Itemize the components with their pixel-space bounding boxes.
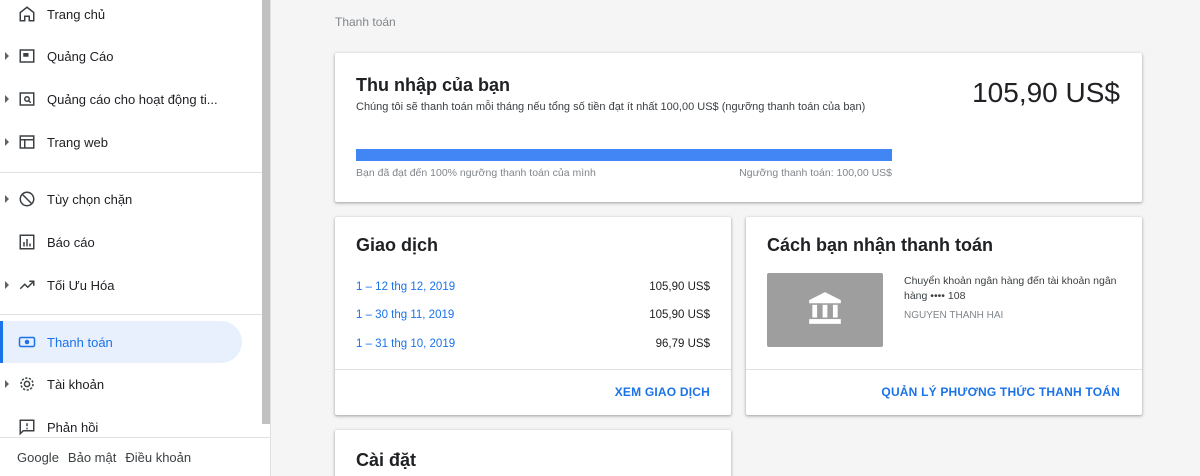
feedback-icon: [17, 417, 37, 437]
sidebar-item-home[interactable]: Trang chủ: [0, 0, 262, 35]
sidebar: Trang chủ Quảng Cáo Quảng cáo cho hoạt đ…: [0, 0, 271, 476]
home-icon: [17, 4, 37, 24]
privacy-link[interactable]: Bảo mật: [68, 450, 116, 465]
earnings-amount: 105,90 US$: [972, 77, 1120, 108]
search-ads-icon: [17, 89, 37, 109]
expand-arrow-icon: [5, 52, 9, 60]
earnings-title: Thu nhập của bạn: [356, 75, 511, 95]
sidebar-item-account[interactable]: Tài khoản: [0, 363, 262, 405]
expand-arrow-icon: [5, 95, 9, 103]
transaction-amount: 105,90 US$: [649, 309, 710, 321]
sidebar-item-blocking[interactable]: Tùy chọn chặn: [0, 178, 262, 220]
card-divider: [335, 369, 731, 370]
sidebar-item-label: Tùy chọn chặn: [47, 191, 133, 207]
sidebar-item-ads[interactable]: Quảng Cáo: [0, 35, 262, 77]
card-divider: [746, 369, 1142, 370]
sidebar-item-website[interactable]: Trang web: [0, 121, 262, 163]
sidebar-item-label: Quảng cáo cho hoạt động ti...: [47, 91, 218, 107]
block-icon: [17, 189, 37, 209]
progress-status-text: Bạn đã đạt đến 100% ngưỡng thanh toán củ…: [356, 167, 596, 179]
view-transactions-button[interactable]: XEM GIAO DỊCH: [615, 385, 710, 399]
payments-icon: [17, 332, 37, 352]
transaction-date[interactable]: 1 – 30 thg 11, 2019: [356, 309, 454, 325]
transaction-amount: 96,79 US$: [655, 338, 710, 350]
sidebar-item-label: Phản hồi: [47, 419, 99, 435]
manage-payment-methods-button[interactable]: QUẢN LÝ PHƯƠNG THỨC THANH TOÁN: [881, 385, 1120, 399]
sidebar-item-label: Báo cáo: [47, 234, 95, 250]
website-icon: [17, 132, 37, 152]
bank-icon: [806, 289, 844, 332]
expand-arrow-icon: [5, 380, 9, 388]
sidebar-item-label: Tối Ưu Hóa: [47, 277, 115, 293]
terms-link[interactable]: Điều khoản: [125, 450, 191, 465]
table-row[interactable]: 1 – 31 thg 10, 2019 96,79 US$: [356, 338, 710, 354]
earnings-subtitle: Chúng tôi sẽ thanh toán mỗi tháng nếu tổ…: [356, 101, 866, 113]
payment-method-card: Cách bạn nhận thanh toán Chuyển khoản ng…: [746, 217, 1142, 415]
sidebar-item-label: Trang web: [47, 134, 108, 150]
transactions-card: Giao dịch 1 – 12 thg 12, 2019 105,90 US$…: [335, 217, 731, 415]
settings-title: Cài đặt: [356, 450, 417, 470]
sidebar-divider: [0, 172, 262, 173]
sidebar-item-optimization[interactable]: Tối Ưu Hóa: [0, 264, 262, 306]
sidebar-footer: Google Bảo mật Điều khoản: [0, 437, 270, 476]
account-holder-name: NGUYEN THANH HAI: [904, 310, 1004, 321]
sidebar-item-label: Trang chủ: [47, 6, 106, 22]
table-row[interactable]: 1 – 30 thg 11, 2019 105,90 US$: [356, 309, 710, 325]
breadcrumb: Thanh toán: [335, 15, 396, 29]
sidebar-scrollbar[interactable]: [262, 0, 270, 424]
payment-threshold-text: Ngưỡng thanh toán: 100,00 US$: [739, 167, 892, 179]
settings-card: Cài đặt: [335, 430, 731, 476]
transaction-date[interactable]: 1 – 31 thg 10, 2019: [356, 338, 455, 354]
ads-icon: [17, 46, 37, 66]
table-row[interactable]: 1 – 12 thg 12, 2019 105,90 US$: [356, 281, 710, 297]
earnings-card: Thu nhập của bạn 105,90 US$ Chúng tôi sẽ…: [335, 53, 1142, 202]
transaction-amount: 105,90 US$: [649, 281, 710, 293]
payment-method-title: Cách bạn nhận thanh toán: [767, 235, 994, 255]
sidebar-item-label: Tài khoản: [47, 376, 105, 392]
transaction-date[interactable]: 1 – 12 thg 12, 2019: [356, 281, 455, 297]
reports-icon: [17, 232, 37, 252]
expand-arrow-icon: [5, 195, 9, 203]
sidebar-item-search-ads[interactable]: Quảng cáo cho hoạt động ti...: [0, 78, 262, 120]
bank-account-description: Chuyển khoản ngân hàng đến tài khoản ngâ…: [904, 275, 1117, 302]
gear-icon: [17, 374, 37, 394]
sidebar-item-label: Thanh toán: [47, 334, 113, 350]
sidebar-item-reports[interactable]: Báo cáo: [0, 221, 262, 263]
google-link[interactable]: Google: [17, 450, 59, 465]
threshold-progress-bar: [356, 149, 892, 161]
threshold-progress-fill: [356, 149, 892, 161]
bank-image: [767, 273, 883, 347]
sidebar-item-payments[interactable]: Thanh toán: [0, 321, 242, 363]
expand-arrow-icon: [5, 281, 9, 289]
transactions-title: Giao dịch: [356, 235, 439, 255]
sidebar-item-label: Quảng Cáo: [47, 48, 114, 64]
sidebar-divider: [0, 314, 262, 315]
trending-icon: [17, 275, 37, 295]
expand-arrow-icon: [5, 138, 9, 146]
